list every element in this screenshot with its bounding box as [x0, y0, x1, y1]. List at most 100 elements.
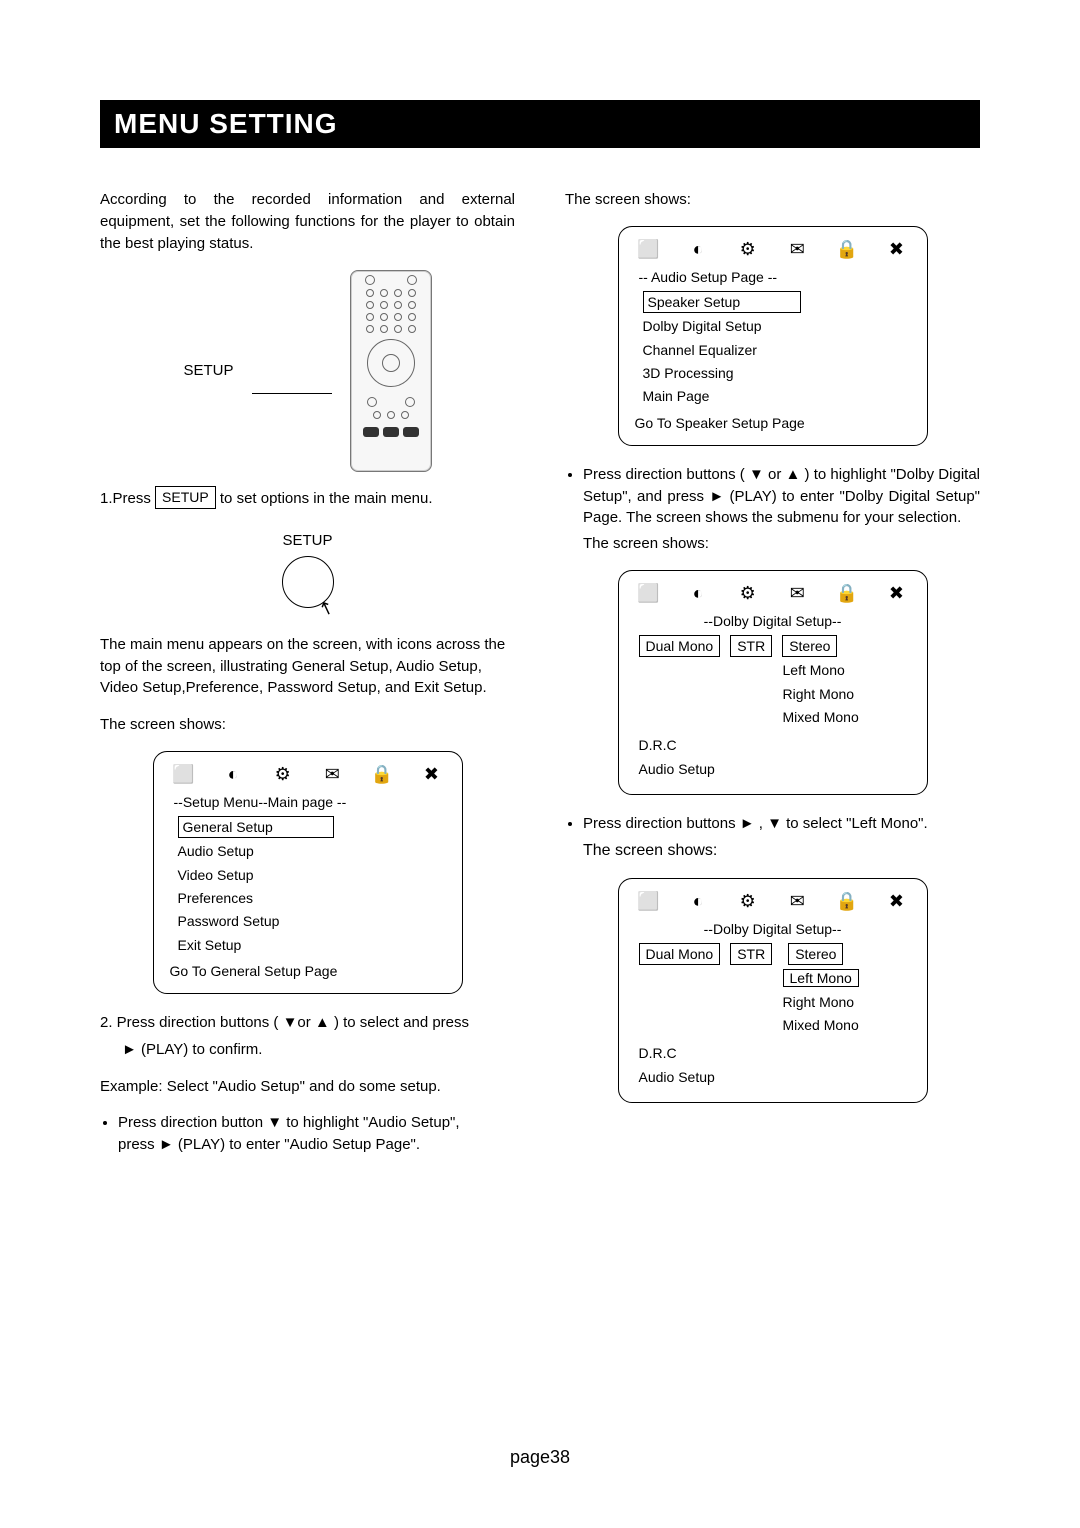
remote-label: SETUP: [183, 360, 233, 382]
osd-icon-row: ⬜ ◐ ⚙ ✉ 🔒 ✖: [172, 764, 444, 784]
osd-item: Video Setup: [178, 865, 448, 885]
osd-selected-item: General Setup: [178, 816, 334, 838]
osd-item: Password Setup: [178, 911, 448, 931]
mail-icon: ✉: [785, 891, 809, 911]
mail-icon: ✉: [320, 764, 344, 784]
osd-item: Audio Setup: [178, 841, 448, 861]
step1-post: to set options in the main menu.: [216, 490, 433, 507]
osd-audio-setup: ⬜ ◐ ⚙ ✉ 🔒 ✖ -- Audio Setup Page -- Speak…: [618, 226, 928, 446]
mail-icon: ✉: [785, 239, 809, 259]
osd-footer: Go To Speaker Setup Page: [635, 413, 913, 433]
monitor-icon: ⬜: [172, 764, 196, 784]
section-title: MENU SETTING: [100, 100, 980, 148]
osd-item: D.R.C: [639, 1043, 913, 1063]
lock-icon: 🔒: [835, 239, 859, 259]
str-cell: STR: [730, 943, 772, 965]
screen-shows-label-4: The screen shows:: [583, 839, 980, 862]
disc-icon: ◐: [686, 583, 710, 603]
osd-item: Preferences: [178, 888, 448, 908]
osd-item: Exit Setup: [178, 935, 448, 955]
osd-dolby-row: Dual Mono STR Stereo: [639, 635, 913, 657]
osd-header: --Dolby Digital Setup--: [633, 919, 913, 939]
dolby-right-list: Left Mono Right Mono Mixed Mono: [783, 660, 913, 727]
hand-press-illustration: SETUP: [100, 530, 515, 608]
bullet1b: press ► (PLAY) to enter "Audio Setup Pag…: [118, 1136, 420, 1153]
left-mono-selected: Left Mono: [783, 969, 859, 987]
close-icon: ✖: [884, 583, 908, 603]
close-icon: ✖: [884, 239, 908, 259]
monitor-icon: ⬜: [637, 239, 661, 259]
content-columns: According to the recorded information an…: [100, 174, 980, 1162]
remote-icon: [350, 270, 432, 472]
intro-paragraph: According to the recorded information an…: [100, 189, 515, 254]
osd-icon-row: ⬜ ◐ ⚙ ✉ 🔒 ✖: [637, 583, 909, 603]
step-1: 1.Press SETUP to set options in the main…: [100, 486, 515, 510]
screen-shows-label-1: The screen shows:: [100, 714, 515, 736]
osd-item: Left Mono: [783, 660, 913, 680]
osd-footer: Go To General Setup Page: [170, 961, 448, 981]
dual-mono-cell: Dual Mono: [639, 943, 721, 965]
osd-header: -- Audio Setup Page --: [639, 267, 913, 287]
osd-setup-main: ⬜ ◐ ⚙ ✉ 🔒 ✖ --Setup Menu--Main page -- G…: [153, 751, 463, 994]
osd-item: Dolby Digital Setup: [643, 316, 913, 336]
monitor-icon: ⬜: [637, 583, 661, 603]
osd-item: D.R.C: [639, 735, 913, 755]
dolby-left-list: D.R.C Audio Setup: [639, 735, 913, 779]
osd-item: Mixed Mono: [783, 1015, 913, 1035]
osd-dolby-row: Dual Mono STR Stereo: [639, 943, 913, 965]
osd-item: Mixed Mono: [783, 707, 913, 727]
page-root: MENU SETTING According to the recorded i…: [0, 0, 1080, 1528]
osd-item: Right Mono: [783, 684, 913, 704]
disc-icon: ◐: [221, 764, 245, 784]
bullet1a: Press direction button ▼ to highlight "A…: [118, 1114, 460, 1131]
gear-icon: ⚙: [736, 583, 760, 603]
gear-icon: ⚙: [271, 764, 295, 784]
bullet-list-3: Press direction buttons ► , ▼ to select …: [565, 813, 980, 835]
osd-icon-row: ⬜ ◐ ⚙ ✉ 🔒 ✖: [637, 239, 909, 259]
osd-item: Channel Equalizer: [643, 340, 913, 360]
mail-icon: ✉: [785, 583, 809, 603]
right-column: The screen shows: ⬜ ◐ ⚙ ✉ 🔒 ✖ -- Audio S…: [565, 174, 980, 1162]
screen-shows-label-3: The screen shows:: [583, 533, 980, 555]
osd-item: Audio Setup: [639, 1067, 913, 1087]
close-icon: ✖: [884, 891, 908, 911]
osd-item: 3D Processing: [643, 363, 913, 383]
osd-header: --Setup Menu--Main page --: [174, 792, 448, 812]
osd-dolby-2: ⬜ ◐ ⚙ ✉ 🔒 ✖ --Dolby Digital Setup-- Dual…: [618, 878, 928, 1103]
page-number: page38: [510, 1447, 570, 1468]
dolby-left-list: D.R.C Audio Setup: [639, 1043, 913, 1087]
osd-icon-row: ⬜ ◐ ⚙ ✉ 🔒 ✖: [637, 891, 909, 911]
step-2a: 2. Press direction buttons ( ▼or ▲ ) to …: [100, 1012, 515, 1034]
lock-icon: 🔒: [370, 764, 394, 784]
disc-icon: ◐: [686, 891, 710, 911]
setup-button-box: SETUP: [155, 486, 216, 508]
stereo-cell: Stereo: [788, 943, 843, 965]
bullet-item: Press direction buttons ( ▼ or ▲ ) to hi…: [583, 464, 980, 529]
osd-item: Main Page: [643, 386, 913, 406]
stereo-cell: Stereo: [782, 635, 837, 657]
step-2b: ► (PLAY) to confirm.: [122, 1039, 515, 1061]
bullet-item: Press direction buttons ► , ▼ to select …: [583, 813, 980, 835]
monitor-icon: ⬜: [637, 891, 661, 911]
dual-mono-cell: Dual Mono: [639, 635, 721, 657]
bullet-item: Press direction button ▼ to highlight "A…: [118, 1112, 515, 1156]
lock-icon: 🔒: [835, 891, 859, 911]
step1-pre: 1.Press: [100, 490, 155, 507]
callout-line: [252, 393, 332, 394]
screen-shows-label-2: The screen shows:: [565, 189, 980, 211]
osd-dolby-1: ⬜ ◐ ⚙ ✉ 🔒 ✖ --Dolby Digital Setup-- Dual…: [618, 570, 928, 795]
osd-header: --Dolby Digital Setup--: [633, 611, 913, 631]
remote-illustration: SETUP: [100, 270, 515, 472]
str-cell: STR: [730, 635, 772, 657]
lock-icon: 🔒: [835, 583, 859, 603]
gear-icon: ⚙: [736, 239, 760, 259]
osd-selected-item: Speaker Setup: [643, 291, 802, 313]
bullet-list-2: Press direction buttons ( ▼ or ▲ ) to hi…: [565, 464, 980, 529]
example-line: Example: Select "Audio Setup" and do som…: [100, 1076, 515, 1098]
dolby-right-list: Left Mono Right Mono Mixed Mono: [783, 968, 913, 1035]
osd-item: Right Mono: [783, 992, 913, 1012]
hand-label: SETUP: [100, 530, 515, 552]
gear-icon: ⚙: [736, 891, 760, 911]
close-icon: ✖: [419, 764, 443, 784]
osd-item: Audio Setup: [639, 759, 913, 779]
